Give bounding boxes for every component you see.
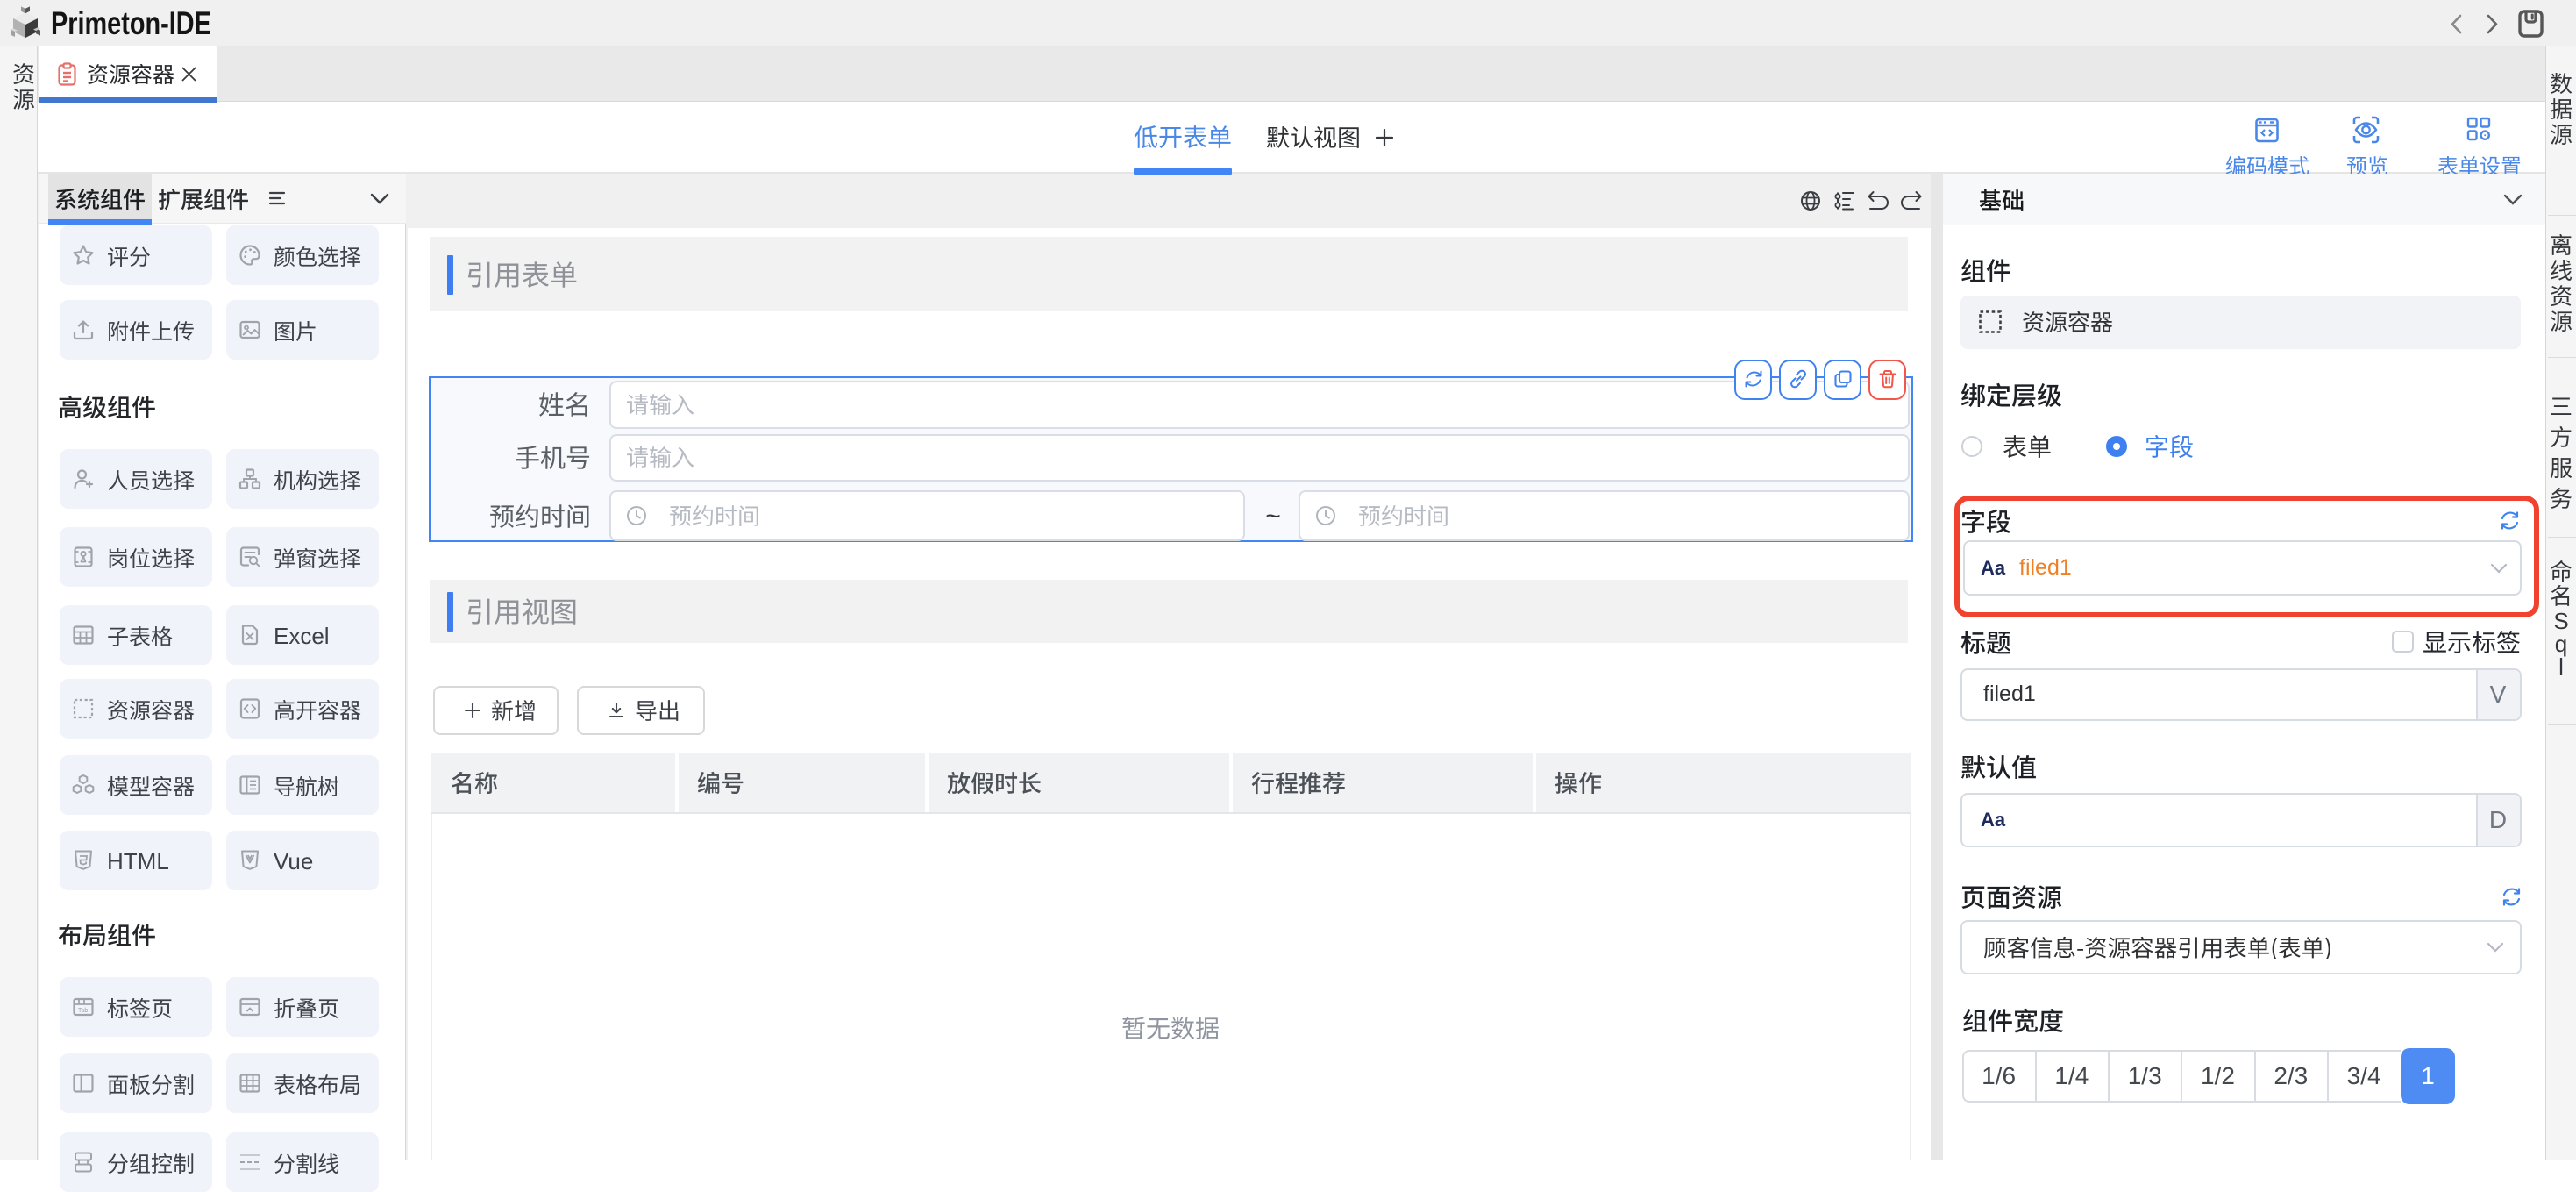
svg-text:Tab: Tab <box>78 1008 88 1014</box>
